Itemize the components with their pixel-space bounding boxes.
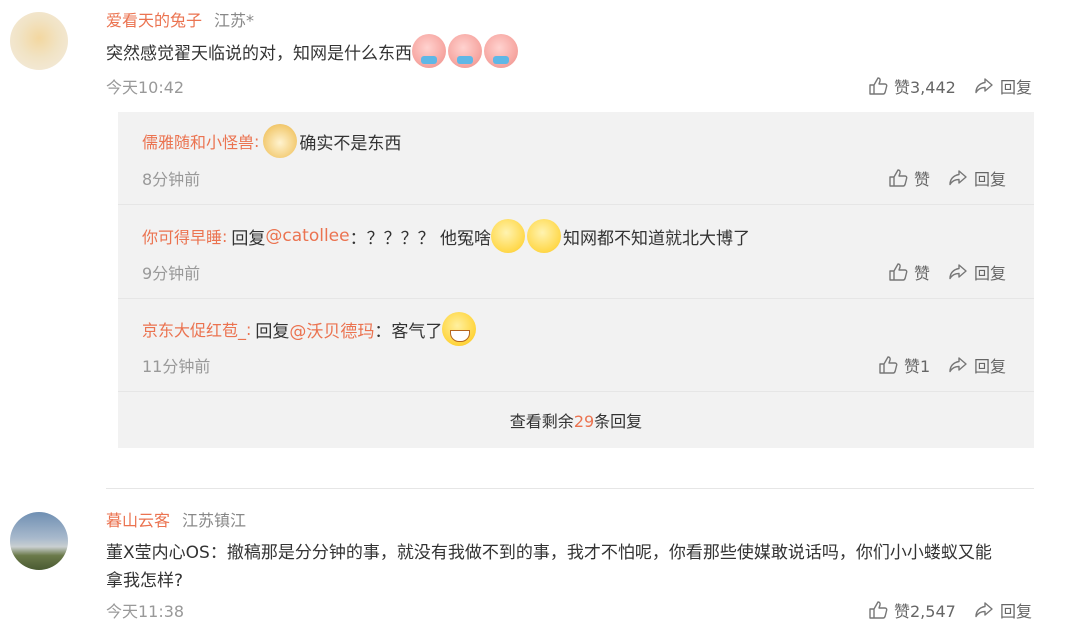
comment-time: 今天10:42 — [106, 78, 185, 97]
cry-emoji-icon — [412, 34, 446, 68]
share-arrow-icon — [975, 602, 993, 618]
reply-time: 9分钟前 — [142, 264, 201, 283]
reply-button[interactable]: 回复 — [948, 260, 1006, 284]
reply-button[interactable]: 回复 — [948, 353, 1006, 377]
reply-item: 京东大促红苞_ : 回复 @沃贝德玛 ：客气了 — [142, 312, 478, 346]
thumbs-up-icon — [889, 169, 908, 187]
cry-emoji-icon — [448, 34, 482, 68]
reply-time: 11分钟前 — [142, 357, 211, 376]
share-arrow-icon — [949, 170, 967, 186]
reply-label: 回复 — [1000, 602, 1033, 621]
username-link[interactable]: 暮山云客 — [106, 507, 170, 531]
reply-label: 回复 — [974, 170, 1007, 189]
avatar[interactable] — [10, 12, 68, 70]
reply-separator: : — [246, 319, 252, 339]
reply-prefix: 回复 — [231, 228, 266, 249]
like-button[interactable]: 赞 — [888, 260, 930, 284]
reply-separator: : — [222, 226, 228, 246]
more-prefix: 查看剩余 — [509, 412, 574, 431]
reply-button[interactable]: 回复 — [974, 598, 1032, 622]
divider — [118, 391, 1034, 392]
comment-text: 突然感觉翟天临说的对，知网是什么东西 — [106, 34, 520, 68]
avatar[interactable] — [10, 512, 68, 570]
like-button[interactable]: 赞 — [888, 166, 930, 190]
reply-body: ：？？？？ 他冤啥 — [349, 228, 492, 249]
reply-body: ：客气了 — [374, 321, 443, 342]
reply-prefix: 回复 — [255, 321, 290, 342]
like-count: 赞 — [914, 264, 931, 283]
reply-button[interactable]: 回复 — [974, 74, 1032, 98]
pray-emoji-icon — [491, 219, 526, 253]
comment-body-cont: 拿我怎样? — [106, 571, 184, 591]
thumbs-up-icon — [879, 356, 898, 374]
reply-body: 知网都不知道就北大博了 — [563, 228, 751, 249]
comment-body: 突然感觉翟天临说的对，知网是什么东西 — [106, 43, 412, 64]
reply-username-link[interactable]: 你可得早睡 — [142, 224, 222, 248]
like-button[interactable]: 赞3,442 — [868, 74, 956, 98]
reply-username-link[interactable]: 儒雅随和小怪兽 — [142, 129, 254, 153]
view-more-replies-link[interactable]: 查看剩余29条回复 — [118, 408, 1034, 432]
mention-link[interactable]: @沃贝德玛 — [289, 317, 374, 342]
share-arrow-icon — [949, 264, 967, 280]
like-count: 赞3,442 — [894, 78, 956, 97]
cry-emoji-icon — [484, 34, 518, 68]
laugh-cry-emoji-icon — [442, 312, 477, 346]
location-label: 江苏* — [214, 11, 255, 30]
thumbs-up-icon — [869, 77, 888, 95]
reply-label: 回复 — [974, 357, 1007, 376]
comment-header: 爱看天的兔子 江苏* — [106, 7, 254, 31]
location-label: 江苏镇江 — [182, 511, 247, 530]
reply-label: 回复 — [1000, 78, 1033, 97]
like-button[interactable]: 赞2,547 — [868, 598, 956, 622]
reply-body: 确实不是东西 — [299, 133, 402, 154]
divider — [118, 204, 1034, 205]
more-suffix: 条回复 — [594, 412, 643, 431]
reply-button[interactable]: 回复 — [948, 166, 1006, 190]
like-count: 赞 — [914, 170, 931, 189]
divider — [118, 298, 1034, 299]
reply-label: 回复 — [974, 264, 1007, 283]
thumbs-up-icon — [889, 263, 908, 281]
pray-emoji-icon — [527, 219, 562, 253]
comment-divider — [106, 488, 1034, 489]
username-link[interactable]: 爱看天的兔子 — [106, 7, 202, 31]
reply-time: 8分钟前 — [142, 170, 201, 189]
comment-body: 董X莹内心OS：撤稿那是分分钟的事，就没有我做不到的事，我才不怕呢，你看那些使媒… — [106, 543, 992, 563]
comment-header: 暮山云客 江苏镇江 — [106, 507, 246, 531]
reply-separator: : — [254, 131, 260, 151]
like-button[interactable]: 赞1 — [878, 353, 930, 377]
share-arrow-icon — [949, 357, 967, 373]
more-count: 29 — [573, 412, 595, 431]
mention-link[interactable]: @catollee — [265, 226, 349, 246]
reply-item: 儒雅随和小怪兽 : 确实不是东西 — [142, 124, 401, 158]
doge-emoji-icon — [263, 124, 298, 158]
comment-time: 今天11:38 — [106, 602, 185, 621]
reply-item: 你可得早睡 : 回复 @catollee ：？？？？ 他冤啥 知网都不知道就北大… — [142, 219, 750, 253]
share-arrow-icon — [975, 78, 993, 94]
reply-username-link[interactable]: 京东大促红苞_ — [142, 317, 246, 341]
like-count: 赞2,547 — [894, 602, 956, 621]
thumbs-up-icon — [869, 601, 888, 619]
like-count: 赞1 — [904, 357, 931, 376]
